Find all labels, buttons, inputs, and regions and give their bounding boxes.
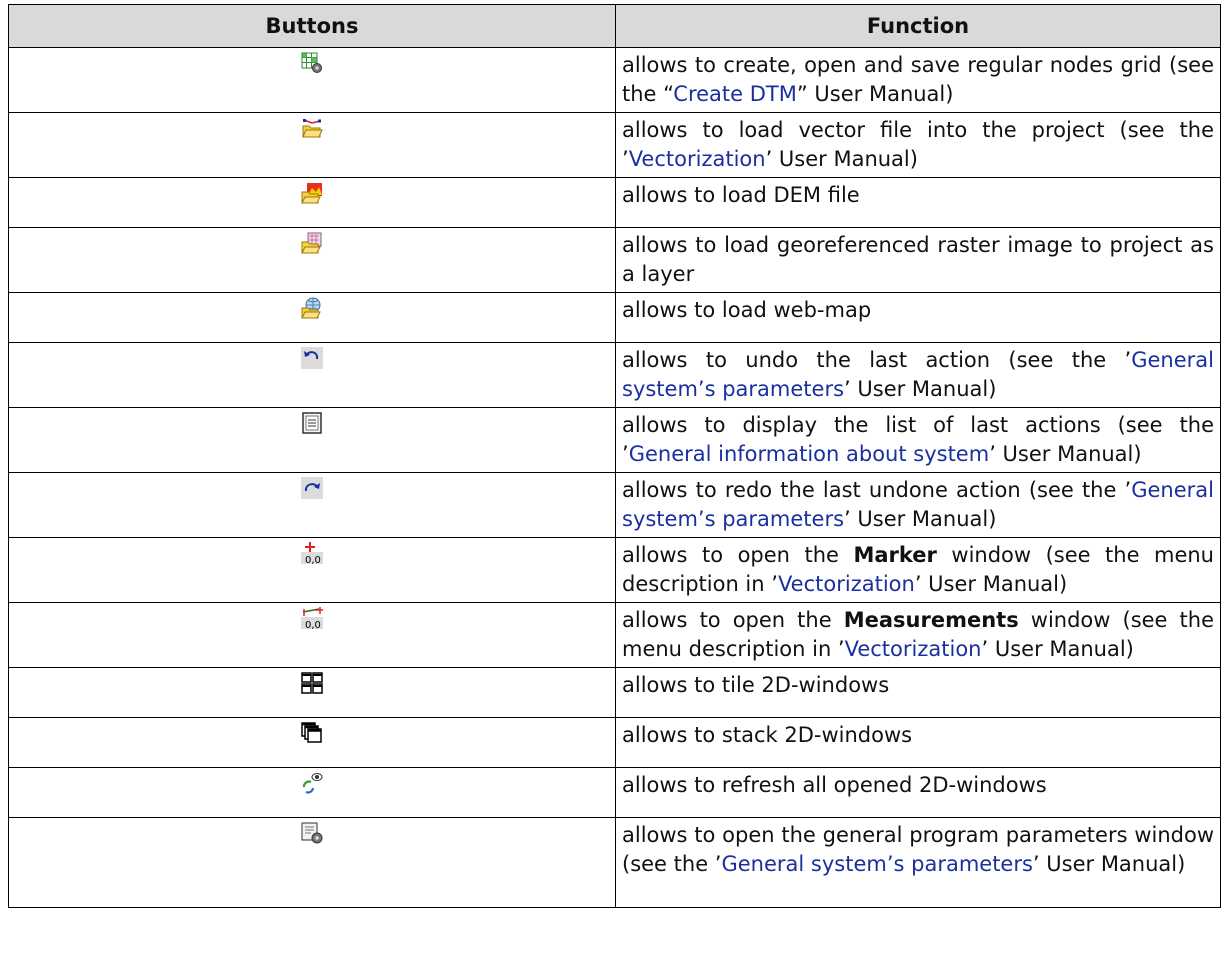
refresh-windows-icon — [301, 772, 323, 794]
open-vector-folder-icon — [301, 117, 323, 139]
function-text: allows to redo the last undone action (s… — [622, 478, 1132, 502]
function-text: allows to open the — [622, 608, 844, 632]
open-raster-folder-icon — [301, 232, 323, 254]
window-name: Measurements — [843, 608, 1019, 632]
button-cell — [8, 342, 616, 408]
redo-icon — [301, 477, 323, 499]
function-cell: allows to stack 2D-windows — [615, 717, 1221, 768]
table-row: allows to load DEM file — [8, 177, 1221, 228]
function-text: allows to open the — [622, 543, 854, 567]
function-text: ’ User Manual) — [765, 147, 918, 171]
button-cell — [8, 667, 616, 718]
manual-link[interactable]: Create DTM — [673, 82, 797, 106]
table-row: allows to refresh all opened 2D-windows — [8, 767, 1221, 818]
function-text: ’ User Manual) — [989, 442, 1142, 466]
button-cell: 0,0 — [8, 602, 616, 668]
button-cell: 0,0 — [8, 537, 616, 603]
function-cell: allows to tile 2D-windows — [615, 667, 1221, 718]
button-cell — [8, 47, 616, 113]
table-row: allows to tile 2D-windows — [8, 667, 1221, 718]
function-cell: allows to open the general program param… — [615, 817, 1221, 908]
measurements-icon: 0,0 — [301, 607, 323, 629]
tile-windows-icon — [301, 672, 323, 694]
function-cell: allows to refresh all opened 2D-windows — [615, 767, 1221, 818]
function-text: allows to stack 2D-windows — [622, 723, 913, 747]
function-text: ’ User Manual) — [1032, 852, 1186, 876]
table-row: allows to load vector file into the proj… — [8, 112, 1221, 178]
table-row: 0,0 allows to open the Measurements windo… — [8, 602, 1221, 668]
function-cell: allows to display the list of last actio… — [615, 407, 1221, 473]
button-cell — [8, 407, 616, 473]
parameters-gear-icon — [301, 822, 323, 844]
undo-icon — [301, 347, 323, 369]
manual-link[interactable]: General system’s parameters — [721, 852, 1032, 876]
button-cell — [8, 767, 616, 818]
table-row: allows to load georeferenced raster imag… — [8, 227, 1221, 293]
manual-link[interactable]: Vectorization — [845, 637, 982, 661]
open-dem-folder-icon — [301, 182, 323, 204]
buttons-function-table: Buttons Function allows to create, open … — [8, 4, 1221, 908]
svg-text:0,0: 0,0 — [305, 555, 321, 564]
function-text: allows to load DEM file — [622, 183, 860, 207]
function-text: allows to refresh all opened 2D-windows — [622, 773, 1047, 797]
open-web-map-folder-icon — [301, 297, 323, 319]
button-cell — [8, 472, 616, 538]
function-text: allows to tile 2D-windows — [622, 673, 890, 697]
function-cell: allows to load web-map — [615, 292, 1221, 343]
function-text: ’ User Manual) — [914, 572, 1068, 596]
table-row: allows to create, open and save regular … — [8, 47, 1221, 113]
table-row: allows to open the general program param… — [8, 817, 1221, 908]
marker-icon: 0,0 — [301, 542, 323, 564]
function-text: ’ User Manual) — [844, 377, 997, 401]
button-cell — [8, 112, 616, 178]
function-text: ” User Manual) — [796, 82, 954, 106]
action-list-icon — [301, 412, 323, 434]
function-text: ’ User Manual) — [844, 507, 997, 531]
button-cell — [8, 292, 616, 343]
buttons-column-header: Buttons — [8, 4, 616, 48]
function-cell: allows to load vector file into the proj… — [615, 112, 1221, 178]
button-cell — [8, 177, 616, 228]
manual-link[interactable]: Vectorization — [629, 147, 766, 171]
stack-windows-icon — [301, 722, 323, 744]
svg-text:0,0: 0,0 — [305, 620, 321, 629]
grid-gear-icon — [301, 52, 323, 74]
manual-link[interactable]: General information about system — [629, 442, 990, 466]
function-cell: allows to undo the last action (see the … — [615, 342, 1221, 408]
function-text: allows to load web-map — [622, 298, 872, 322]
function-text: allows to load georeferenced raster imag… — [622, 233, 1214, 286]
manual-link[interactable]: Vectorization — [778, 572, 915, 596]
function-cell: allows to create, open and save regular … — [615, 47, 1221, 113]
table-row: allows to load web-map — [8, 292, 1221, 343]
function-column-header: Function — [615, 4, 1221, 48]
function-cell: allows to open the Marker window (see th… — [615, 537, 1221, 603]
button-cell — [8, 717, 616, 768]
window-name: Marker — [853, 543, 937, 567]
table-row: allows to undo the last action (see the … — [8, 342, 1221, 408]
table-row: allows to display the list of last actio… — [8, 407, 1221, 473]
button-cell — [8, 817, 616, 908]
table-row: allows to redo the last undone action (s… — [8, 472, 1221, 538]
table-header-row: Buttons Function — [8, 4, 1221, 48]
function-cell: allows to load DEM file — [615, 177, 1221, 228]
function-text: allows to undo the last action (see the … — [622, 348, 1132, 372]
button-cell — [8, 227, 616, 293]
table-row: allows to stack 2D-windows — [8, 717, 1221, 768]
function-text: ’ User Manual) — [981, 637, 1134, 661]
function-cell: allows to open the Measurements window (… — [615, 602, 1221, 668]
table-row: 0,0 allows to open the Marker window (see… — [8, 537, 1221, 603]
function-cell: allows to load georeferenced raster imag… — [615, 227, 1221, 293]
function-cell: allows to redo the last undone action (s… — [615, 472, 1221, 538]
